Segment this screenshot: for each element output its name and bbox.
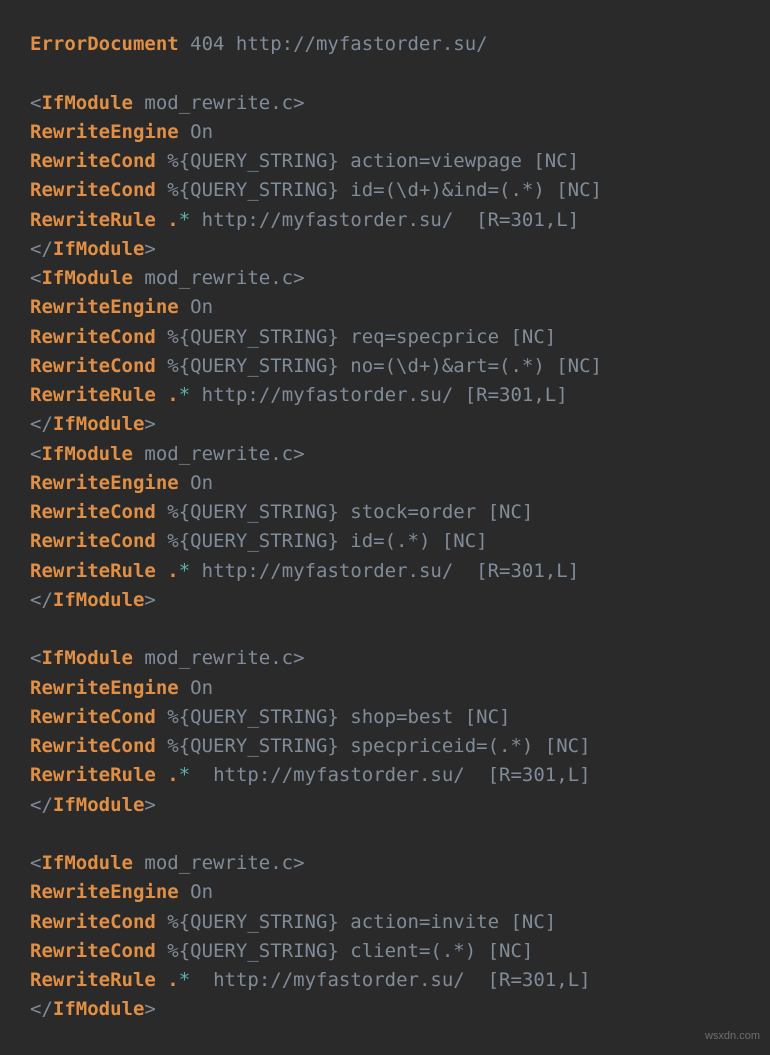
code-token	[156, 560, 167, 582]
code-token: %{QUERY_STRING} action=viewpage [NC]	[156, 150, 579, 172]
code-token: RewriteEngine	[30, 881, 179, 903]
code-token: IfModule	[41, 647, 133, 669]
code-token: RewriteCond	[30, 735, 156, 757]
code-token: RewriteCond	[30, 326, 156, 348]
code-token: RewriteRule	[30, 969, 156, 991]
code-token: .	[167, 560, 178, 582]
code-token: </	[30, 238, 53, 260]
code-token: mod_rewrite.c>	[133, 92, 305, 114]
code-token: >	[144, 589, 155, 611]
code-block: ErrorDocument 404 http://myfastorder.su/…	[0, 0, 770, 1055]
code-token: <	[30, 443, 41, 465]
code-token: http://myfastorder.su/ [R=301,L]	[190, 384, 568, 406]
code-token: mod_rewrite.c>	[133, 647, 305, 669]
code-token: >	[144, 413, 155, 435]
code-token: RewriteCond	[30, 706, 156, 728]
code-token: http://myfastorder.su/ [R=301,L]	[190, 969, 590, 991]
code-token: 404 http://myfastorder.su/	[179, 33, 488, 55]
code-token	[156, 384, 167, 406]
code-token: </	[30, 413, 53, 435]
code-token: %{QUERY_STRING} shop=best [NC]	[156, 706, 511, 728]
code-token: http://myfastorder.su/ [R=301,L]	[190, 560, 579, 582]
code-token: *	[179, 764, 190, 786]
code-token: >	[144, 238, 155, 260]
code-token: %{QUERY_STRING} id=(.*) [NC]	[156, 530, 488, 552]
code-token: RewriteEngine	[30, 677, 179, 699]
code-token: </	[30, 589, 53, 611]
code-token: %{QUERY_STRING} client=(.*) [NC]	[156, 940, 534, 962]
code-token: IfModule	[53, 238, 145, 260]
code-token	[156, 209, 167, 231]
code-token: %{QUERY_STRING} action=invite [NC]	[156, 911, 556, 933]
code-token: %{QUERY_STRING} req=specprice [NC]	[156, 326, 556, 348]
code-token: IfModule	[53, 413, 145, 435]
code-token: IfModule	[41, 443, 133, 465]
code-token: ErrorDocument	[30, 33, 179, 55]
code-token: .	[167, 969, 178, 991]
code-token: *	[179, 969, 190, 991]
code-token: On	[179, 677, 213, 699]
code-token	[156, 764, 167, 786]
code-token: IfModule	[41, 92, 133, 114]
code-token: *	[179, 560, 190, 582]
code-token: http://myfastorder.su/ [R=301,L]	[190, 764, 590, 786]
code-token: On	[179, 121, 213, 143]
code-token: >	[144, 794, 155, 816]
code-token: RewriteRule	[30, 560, 156, 582]
code-token: mod_rewrite.c>	[133, 267, 305, 289]
code-token: RewriteRule	[30, 384, 156, 406]
code-token: On	[179, 472, 213, 494]
code-token: <	[30, 267, 41, 289]
code-token: On	[179, 296, 213, 318]
code-token: RewriteCond	[30, 530, 156, 552]
code-token: <	[30, 852, 41, 874]
code-token: RewriteRule	[30, 209, 156, 231]
code-token: %{QUERY_STRING} stock=order [NC]	[156, 501, 534, 523]
code-token: >	[144, 998, 155, 1020]
code-token: .	[167, 209, 178, 231]
code-token: IfModule	[53, 589, 145, 611]
code-token: mod_rewrite.c>	[133, 443, 305, 465]
watermark: wsxdn.com	[705, 1030, 760, 1042]
code-token: <	[30, 92, 41, 114]
code-token: IfModule	[53, 998, 145, 1020]
code-token: mod_rewrite.c>	[133, 852, 305, 874]
code-token: RewriteCond	[30, 150, 156, 172]
code-token: *	[179, 209, 190, 231]
code-token: RewriteEngine	[30, 296, 179, 318]
code-token: %{QUERY_STRING} id=(\d+)&ind=(.*) [NC]	[156, 179, 602, 201]
code-token: On	[179, 881, 213, 903]
code-token: http://myfastorder.su/ [R=301,L]	[190, 209, 579, 231]
code-token: </	[30, 998, 53, 1020]
code-token: .	[167, 764, 178, 786]
code-token: RewriteRule	[30, 764, 156, 786]
code-token: RewriteCond	[30, 355, 156, 377]
code-token: *	[179, 384, 190, 406]
code-token: .	[167, 384, 178, 406]
code-token: %{QUERY_STRING} no=(\d+)&art=(.*) [NC]	[156, 355, 602, 377]
code-token: IfModule	[41, 852, 133, 874]
code-token: </	[30, 794, 53, 816]
code-token: RewriteCond	[30, 501, 156, 523]
code-token: RewriteEngine	[30, 121, 179, 143]
code-token: <	[30, 647, 41, 669]
code-token: %{QUERY_STRING} specpriceid=(.*) [NC]	[156, 735, 591, 757]
code-token: IfModule	[53, 794, 145, 816]
code-token	[156, 969, 167, 991]
code-token: RewriteCond	[30, 940, 156, 962]
code-token: RewriteCond	[30, 911, 156, 933]
code-token: IfModule	[41, 267, 133, 289]
code-token: RewriteCond	[30, 179, 156, 201]
code-token: RewriteEngine	[30, 472, 179, 494]
